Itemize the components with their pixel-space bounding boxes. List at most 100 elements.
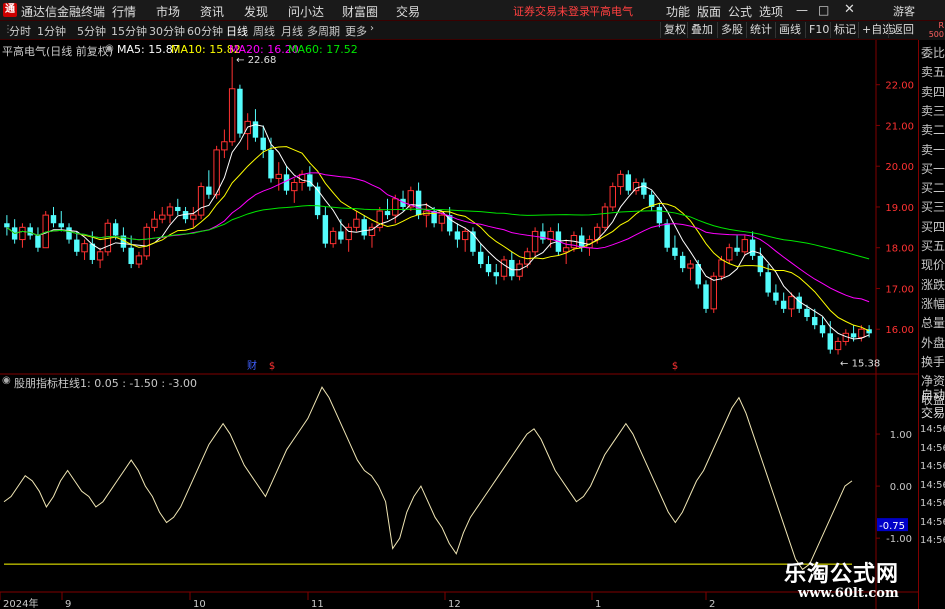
candle-body <box>96 251 104 261</box>
trade-login-notice[interactable]: 证券交易未登录 <box>513 3 590 19</box>
candle-body <box>415 190 422 216</box>
side-panel-item[interactable]: 自动 <box>920 386 945 403</box>
side-panel-item: 14:56 <box>920 479 945 491</box>
candle-body <box>664 223 670 248</box>
side-panel-item: 14:56 <box>920 498 945 509</box>
app-title: 通达信金融终端 <box>21 5 106 19</box>
menu-trade[interactable]: 交易 <box>396 3 420 20</box>
candle-body <box>166 206 174 216</box>
draw-line-button[interactable]: 画线 <box>775 22 804 38</box>
candle-body <box>104 222 112 253</box>
candle-body <box>478 251 484 265</box>
more-chevron-icon[interactable]: › <box>370 23 374 34</box>
menu-ask[interactable]: 问小达 <box>288 3 324 20</box>
maximize-icon[interactable]: □ <box>818 3 829 17</box>
candle-body <box>749 239 756 256</box>
minimize-icon[interactable]: — <box>796 3 808 17</box>
overlay-button[interactable]: 叠加 <box>687 22 716 38</box>
candle-body <box>672 247 678 256</box>
period-tab-multi[interactable]: 多周期 <box>307 23 340 39</box>
candle-body <box>726 247 733 261</box>
candle-body <box>81 243 88 253</box>
period-tab-1min[interactable]: 1分钟 <box>37 23 66 39</box>
candle-body <box>361 219 367 236</box>
guest-label[interactable]: 游客 <box>893 3 915 19</box>
candle-body <box>252 121 259 138</box>
menu-market[interactable]: 市场 <box>156 3 180 20</box>
candle-body <box>260 137 266 150</box>
candle-body <box>625 174 632 191</box>
watermark: 乐淘公式网 www.60lt.com <box>778 556 938 606</box>
period-tab-weekly[interactable]: 周线 <box>253 23 275 39</box>
period-tab-timeshare[interactable]: 分时 <box>9 23 31 39</box>
candle-body <box>190 214 197 220</box>
candle-body <box>353 218 360 228</box>
candle-body <box>213 149 220 196</box>
side-panel-item: 14:56 <box>920 442 945 454</box>
candle-body <box>151 218 158 228</box>
menu-wealth[interactable]: 财富圈 <box>342 3 378 20</box>
period-tab-30min[interactable]: 30分钟 <box>149 23 185 39</box>
menu-layout[interactable]: 版面 <box>697 3 721 20</box>
indicator-toggle-icon[interactable]: ◉ <box>2 375 11 386</box>
dividend-event-mark: $ <box>269 361 275 372</box>
candle-body <box>578 235 585 248</box>
indicator-line <box>3 386 853 571</box>
side-panel-item[interactable]: 交易 <box>920 404 945 421</box>
candle-body <box>454 231 461 240</box>
candle-body <box>804 308 810 318</box>
period-tab-5min[interactable]: 5分钟 <box>77 23 106 39</box>
period-tab-monthly[interactable]: 月线 <box>281 23 303 39</box>
price-tick-label: 22.00 <box>885 81 914 92</box>
chart-canvas[interactable]: 16.0017.0018.0019.0020.0021.0022.00← 22.… <box>0 40 918 609</box>
side-panel-item: 总量 <box>920 316 945 331</box>
statistics-button[interactable]: 统计 <box>746 22 775 38</box>
period-tab-daily[interactable]: 日线 <box>226 23 248 39</box>
kline-chart-area[interactable]: 16.00 17.00 18.00 19.00 20.00 21.00 22.00 ← 22.… <box>0 40 918 609</box>
mark-button[interactable]: 标记 <box>830 22 859 38</box>
candle-body <box>710 275 717 310</box>
menu-news[interactable]: 资讯 <box>200 3 224 20</box>
period-tab-60min[interactable]: 60分钟 <box>187 23 223 39</box>
candle-body <box>50 215 57 224</box>
chart-title: 平高电气(日线 前复权) <box>2 45 114 58</box>
side-panel-item: 14:56 <box>920 516 945 528</box>
candle-body <box>221 141 228 151</box>
candle-body <box>322 215 329 244</box>
side-panel-item: 卖五 <box>920 65 945 80</box>
candle-body <box>268 149 274 179</box>
candle-body <box>765 272 771 293</box>
candle-body <box>656 206 663 224</box>
candle-body <box>834 340 842 351</box>
candle-body <box>4 223 10 228</box>
candle-body <box>812 317 818 326</box>
menu-options[interactable]: 选项 <box>759 3 783 20</box>
price-tick-label: 19.00 <box>885 203 914 214</box>
menu-quotes[interactable]: 行情 <box>112 3 136 20</box>
candle-body <box>780 300 787 309</box>
f10-button[interactable]: F10 <box>805 22 832 38</box>
menu-function[interactable]: 功能 <box>666 3 690 20</box>
side-panel-item: 买五 <box>920 239 945 253</box>
candle-body <box>741 239 749 253</box>
candle-body <box>128 247 134 265</box>
candle-body <box>237 88 243 134</box>
back-button[interactable]: 返回 <box>888 22 917 38</box>
candle-body <box>632 182 640 192</box>
period-tab-more[interactable]: 更多 <box>345 23 367 39</box>
menu-discover[interactable]: 发现 <box>244 3 268 20</box>
date-tick-label: 9 <box>65 599 71 609</box>
adjust-button[interactable]: 复权 <box>660 22 689 38</box>
candle-body <box>485 264 492 273</box>
quote-side-panel: 委比 卖五 卖四 卖三 卖二 卖一 买一 买二 买三 买四 买五 现价 涨跌 涨幅 总量 外盘 换手 净资 收益 自动… <box>918 40 945 609</box>
candle-body <box>679 255 686 269</box>
candle-body <box>314 186 321 216</box>
period-tab-15min[interactable]: 15分钟 <box>111 23 147 39</box>
multi-stock-button[interactable]: 多股 <box>717 22 746 38</box>
ma-toggle-icon[interactable]: ◉ <box>105 43 114 54</box>
candle-body <box>609 186 616 208</box>
candle-body <box>159 214 166 220</box>
close-icon[interactable]: ✕ <box>844 2 855 17</box>
menu-formula[interactable]: 公式 <box>728 3 752 20</box>
candle-body <box>197 186 205 216</box>
